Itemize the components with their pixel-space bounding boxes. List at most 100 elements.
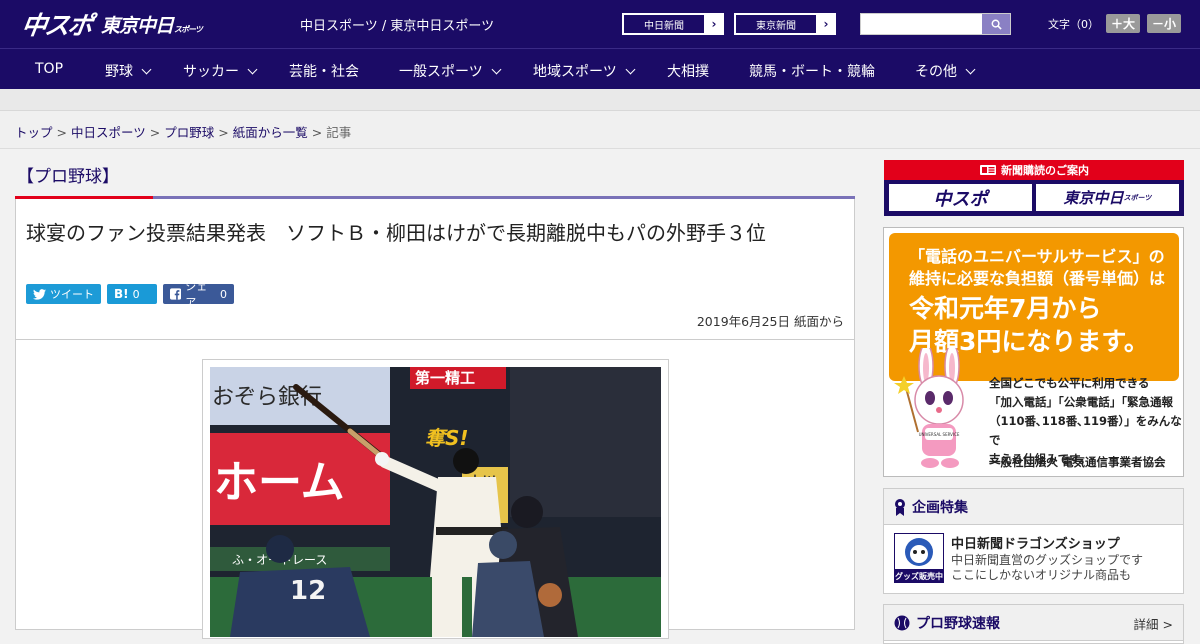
article-date: 2019年6月25日 紙面から	[696, 314, 844, 329]
bunny-mascot-icon: UNIVERSAL SERVICE	[894, 348, 964, 468]
special-feature-title: 企画特集	[912, 499, 968, 516]
article-photo[interactable]: おぞら銀行 第一精工 ホーム ふ・オートレース 奪S! 大川 具	[210, 367, 661, 637]
chevron-down-icon	[625, 64, 636, 74]
breadcrumb-bar: トップ > 中日スポーツ > プロ野球 > 紙面から一覧 > 記事	[0, 111, 1200, 149]
ad-organization: 一般社団法人 電気通信事業者協会	[989, 455, 1166, 469]
article-headline: 球宴のファン投票結果発表 ソフトＢ・柳田はけがで長期離脱中もパの外野手３位	[26, 221, 766, 245]
subscription-banner[interactable]: 新聞購読のご案内 中スポ 東京中日 スポーツ	[884, 160, 1184, 216]
site-logo[interactable]: 中スポ 東京中日スポーツ	[19, 8, 203, 40]
nav-sumo[interactable]: 大相撲	[667, 61, 709, 81]
facebook-share-count: 0	[220, 287, 227, 301]
search-button[interactable]	[982, 14, 1010, 34]
nav-label: その他	[915, 64, 957, 80]
ribbon-icon	[895, 498, 905, 516]
pro-baseball-details-link[interactable]: 詳細 >	[1134, 614, 1173, 633]
ad-strip	[0, 89, 1200, 111]
font-size-control: 文字（0） ＋大 －小	[1048, 14, 1182, 33]
breadcrumb-separator: >	[218, 125, 229, 140]
main-nav: TOP 野球 サッカー 芸能・社会 一般スポーツ 地域スポーツ 大相撲 競馬・ボ…	[0, 48, 1200, 89]
font-size-label: 文字（0）	[1048, 17, 1099, 31]
hatena-icon: B!	[114, 287, 129, 301]
facebook-share-button[interactable]: シェア 0	[163, 280, 234, 309]
tokyo-shimbun-link[interactable]: 東京新聞 ›	[734, 13, 836, 35]
nav-regional-sports[interactable]: 地域スポーツ	[533, 61, 636, 81]
tweet-label: ツイート	[50, 288, 94, 301]
ad-line-1: 「電話のユニバーサルサービス」の	[909, 247, 1165, 266]
dragons-shop-description: 中日新聞直営のグッズショップです ここにしかないオリジナル商品も	[951, 553, 1143, 583]
nav-label: 競馬・ボート・競輪	[749, 64, 875, 80]
breadcrumb-top[interactable]: トップ	[15, 125, 53, 140]
search-input[interactable]	[861, 14, 983, 34]
ad-body-3: （110番､118番､119番）」をみんなで	[989, 414, 1182, 447]
tokyo-shimbun-label: 東京新聞	[735, 14, 817, 34]
pro-baseball-live-panel: プロ野球速報 詳細 >	[883, 604, 1184, 644]
chevron-right-icon: ›	[705, 14, 723, 34]
facebook-icon	[170, 288, 182, 300]
breadcrumb-separator: >	[311, 125, 323, 140]
baseball-icon	[894, 615, 910, 630]
photo-sign-home: ホーム	[214, 457, 345, 508]
hatena-count: 0	[132, 287, 140, 301]
chevron-down-icon	[247, 64, 258, 74]
breadcrumb-paper-list[interactable]: 紙面から一覧	[233, 125, 308, 140]
chevron-down-icon	[491, 64, 502, 74]
site-header: 中スポ 東京中日スポーツ 中日スポーツ / 東京中日スポーツ 中日新聞 › 東京…	[0, 0, 1200, 48]
divider	[16, 339, 854, 340]
font-bigger-button[interactable]: ＋大	[1106, 14, 1141, 33]
subscribe-chuspo[interactable]: 中スポ	[889, 184, 1032, 211]
breadcrumb-pro-baseball[interactable]: プロ野球	[164, 125, 214, 140]
site-name-link[interactable]: 中日スポーツ / 東京中日スポーツ	[300, 15, 494, 34]
breadcrumb-separator: >	[149, 125, 161, 140]
breadcrumb: トップ > 中日スポーツ > プロ野球 > 紙面から一覧 > 記事	[15, 122, 351, 141]
chunichi-shimbun-label: 中日新聞	[623, 14, 705, 34]
subscribe-tokyo-text: 東京中日	[1063, 189, 1124, 207]
nav-general-sports[interactable]: 一般スポーツ	[399, 61, 502, 81]
dragons-shop-thumbnail: グッズ販売中	[894, 533, 944, 583]
logo-tokyo-chunichi: 東京中日スポーツ	[101, 11, 203, 38]
universal-service-ad[interactable]: 「電話のユニバーサルサービス」の 維持に必要な負担額（番号単価）は 令和元年7月…	[883, 227, 1184, 477]
nav-label: 芸能・社会	[289, 64, 359, 80]
nav-entertainment[interactable]: 芸能・社会	[289, 61, 359, 81]
logo-chuspo: 中スポ	[19, 11, 93, 40]
nav-soccer[interactable]: サッカー	[183, 61, 258, 81]
search-icon	[991, 19, 1002, 30]
twitter-icon	[33, 288, 46, 300]
nav-top[interactable]: TOP	[35, 61, 63, 77]
chunichi-shimbun-link[interactable]: 中日新聞 ›	[622, 13, 724, 35]
facebook-share-label: シェア	[185, 280, 208, 309]
subscribe-tokyo-chunichi[interactable]: 東京中日 スポーツ	[1036, 184, 1179, 211]
nav-baseball[interactable]: 野球	[105, 61, 152, 81]
article: 球宴のファン投票結果発表 ソフトＢ・柳田はけがで長期離脱中もパの外野手３位 ツイ…	[15, 199, 855, 639]
nav-label: 大相撲	[667, 64, 709, 80]
pro-baseball-live-header: プロ野球速報 詳細 >	[884, 605, 1183, 641]
nav-label: 一般スポーツ	[399, 64, 483, 80]
newspaper-icon	[980, 165, 996, 175]
font-smaller-button[interactable]: －小	[1147, 14, 1182, 33]
ad-line-3: 令和元年7月から	[909, 294, 1102, 323]
hatena-bookmark-button[interactable]: B! 0	[107, 284, 157, 304]
photo-sign-top: 第一精工	[415, 369, 475, 387]
tweet-button[interactable]: ツイート	[26, 284, 101, 304]
breadcrumb-chunichi-sports[interactable]: 中日スポーツ	[71, 125, 146, 140]
ad-body-1: 全国どこでも公平に利用できる	[989, 376, 1150, 390]
chevron-down-icon	[965, 64, 976, 74]
nav-label: 野球	[105, 64, 133, 80]
chevron-right-icon: ›	[817, 14, 835, 34]
logo-tokyo-small: スポーツ	[174, 24, 203, 34]
nav-racing[interactable]: 競馬・ボート・競輪	[749, 61, 875, 81]
dragons-shop-desc-2: ここにしかないオリジナル商品も	[951, 568, 1132, 582]
bunny-badge-text: UNIVERSAL SERVICE	[919, 432, 960, 437]
dragons-shop-desc-1: 中日新聞直営のグッズショップです	[951, 553, 1144, 567]
dragons-shop-link[interactable]: グッズ販売中 中日新聞ドラゴンズショップ 中日新聞直営のグッズショップです ここ…	[894, 533, 1174, 587]
search-box	[860, 13, 1011, 35]
photo-sign-logo: 奪S!	[425, 426, 469, 450]
thumbnail-caption: グッズ販売中	[895, 571, 943, 581]
dragons-shop-title: 中日新聞ドラゴンズショップ	[951, 537, 1120, 552]
breadcrumb-separator: >	[56, 125, 67, 140]
article-photo-frame: おぞら銀行 第一精工 ホーム ふ・オートレース 奪S! 大川 具	[202, 359, 669, 639]
ad-line-2: 維持に必要な負担額（番号単価）は	[909, 269, 1166, 288]
batter-photo-illustration: おぞら銀行 第一精工 ホーム ふ・オートレース 奪S! 大川 具	[210, 367, 661, 637]
nav-others[interactable]: その他	[915, 61, 976, 81]
special-feature-header: 企画特集	[884, 489, 1183, 525]
subscribe-tokyo-small: スポーツ	[1123, 193, 1152, 202]
